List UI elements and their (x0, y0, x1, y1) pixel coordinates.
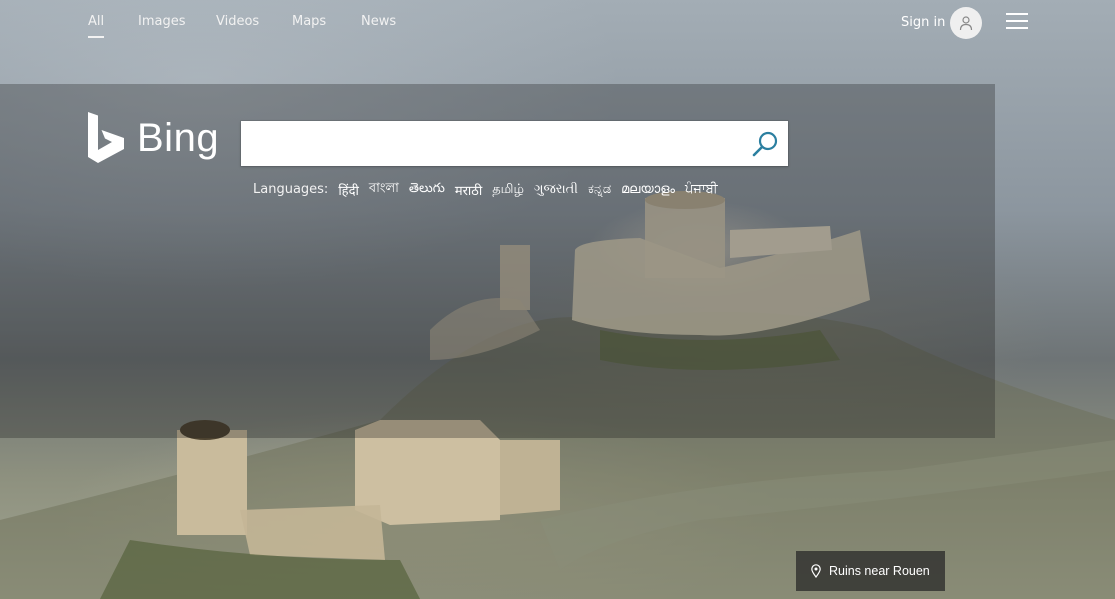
bing-logo[interactable]: Bing (88, 112, 219, 163)
nav-tab-videos[interactable]: Videos (216, 14, 259, 29)
language-link-bangla[interactable]: বাংলা (369, 179, 399, 200)
language-link-malayalam[interactable]: മലയാളം (621, 182, 675, 197)
nav-tab-maps[interactable]: Maps (292, 14, 326, 29)
bing-wordmark: Bing (137, 115, 220, 160)
search-icon (752, 131, 778, 157)
language-link-gujarati[interactable]: ગુજરાતી (534, 182, 578, 197)
nav-tab-news[interactable]: News (361, 14, 396, 29)
language-link-marathi[interactable]: मराठी (455, 181, 482, 199)
search-button[interactable] (748, 128, 782, 160)
image-location-button[interactable]: Ruins near Rouen (796, 551, 945, 591)
language-link-punjabi[interactable]: ਪੰਜਾਬੀ (685, 182, 718, 197)
language-link-tamil[interactable]: தமிழ் (492, 182, 524, 198)
languages-bar: Languages: हिंदी বাংলা తెలుగు मराठी தமிழ… (253, 179, 728, 200)
nav-tab-all[interactable]: All (88, 14, 105, 38)
language-link-hindi[interactable]: हिंदी (338, 181, 359, 199)
languages-label: Languages: (253, 182, 329, 197)
person-icon (959, 16, 973, 31)
location-pin-icon (811, 564, 821, 578)
search-input[interactable] (253, 129, 747, 159)
avatar[interactable] (950, 7, 982, 39)
nav-tab-images[interactable]: Images (138, 14, 186, 29)
sign-in-link[interactable]: Sign in (901, 15, 945, 30)
hamburger-menu-icon[interactable] (1006, 13, 1028, 31)
language-link-kannada[interactable]: ಕನ್ನಡ (588, 182, 611, 197)
bing-b-logo (88, 112, 124, 163)
top-navigation: All Images Videos Maps News Sign in (0, 0, 1115, 46)
language-link-telugu[interactable]: తెలుగు (409, 181, 445, 199)
search-box (241, 121, 788, 166)
location-label: Ruins near Rouen (829, 564, 930, 578)
